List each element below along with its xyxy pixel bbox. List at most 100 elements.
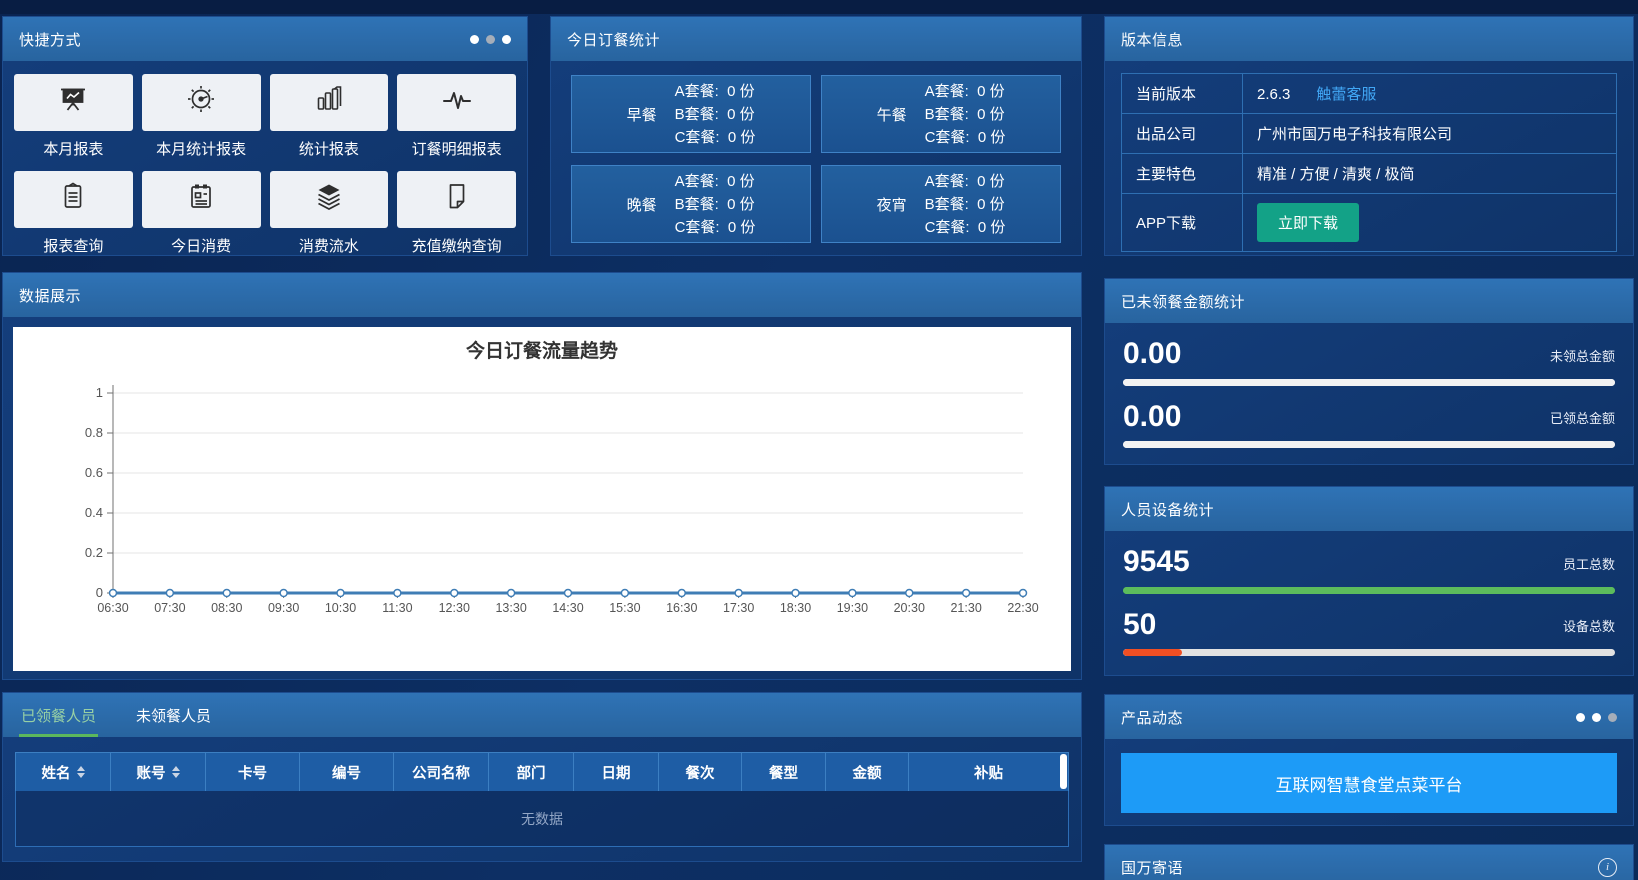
shortcut-item[interactable]: 统计报表	[270, 74, 389, 159]
column-header: 餐型	[742, 753, 826, 791]
staff-device-stats-body: 9545员工总数50设备总数	[1105, 546, 1633, 656]
meal-combo-line: A套餐: 0 份	[925, 80, 1006, 103]
version-value-text: 精准 / 方便 / 清爽 / 极简	[1257, 166, 1415, 183]
meal-name: 夜宵	[877, 194, 907, 215]
file-icon	[440, 180, 474, 219]
table-scrollbar[interactable]	[1060, 754, 1067, 789]
sort-desc-icon	[172, 773, 180, 778]
stat-row: 0.00已领总金额	[1123, 401, 1615, 433]
stat-value: 0.00	[1123, 338, 1181, 370]
version-value-text: 广州市国万电子科技有限公司	[1257, 126, 1452, 143]
panel-motto-title: 国万寄语	[1121, 857, 1183, 878]
shortcut-item[interactable]: 本月报表	[14, 74, 133, 159]
download-button[interactable]: 立即下载	[1257, 203, 1359, 242]
sort-icon[interactable]	[172, 766, 180, 778]
stat-row: 50设备总数	[1123, 609, 1615, 641]
tab-not-received[interactable]: 未领餐人员	[134, 693, 213, 737]
carousel-dot[interactable]	[470, 35, 479, 44]
meal-combo-list: A套餐: 0 份B套餐: 0 份C套餐: 0 份	[675, 80, 756, 149]
carousel-dot[interactable]	[1608, 713, 1617, 722]
shortcut-card	[142, 74, 261, 131]
tab-received[interactable]: 已领餐人员	[19, 693, 98, 737]
shortcut-label: 报表查询	[14, 235, 133, 256]
order-trend-chart: 今日订餐流量趋势00.20.40.60.8106:3007:3008:3009:…	[13, 327, 1071, 671]
shortcut-item[interactable]: 今日消费	[142, 171, 261, 256]
panel-product-news: 产品动态 互联网智慧食堂点菜平台	[1104, 694, 1634, 826]
svg-text:0.6: 0.6	[85, 465, 103, 480]
column-header: 餐次	[659, 753, 742, 791]
carousel-dot[interactable]	[1592, 713, 1601, 722]
records-table-header: 姓名账号卡号编号公司名称部门日期餐次餐型金额补贴	[15, 752, 1069, 791]
carousel-dot[interactable]	[486, 35, 495, 44]
shortcut-item[interactable]: 订餐明细报表	[397, 74, 516, 159]
version-row: APP下载立即下载	[1122, 194, 1617, 252]
carousel-dot[interactable]	[502, 35, 511, 44]
meal-combo-line: B套餐: 0 份	[925, 193, 1006, 216]
panel-order-stats: 今日订餐统计 早餐A套餐: 0 份B套餐: 0 份C套餐: 0 份午餐A套餐: …	[550, 16, 1082, 256]
shortcut-card	[14, 74, 133, 131]
meal-grid: 早餐A套餐: 0 份B套餐: 0 份C套餐: 0 份午餐A套餐: 0 份B套餐:…	[551, 61, 1081, 257]
panel-product-news-header: 产品动态	[1105, 695, 1633, 739]
version-row-label: APP下载	[1122, 194, 1243, 252]
meal-card: 午餐A套餐: 0 份B套餐: 0 份C套餐: 0 份	[821, 75, 1061, 153]
meal-combo-list: A套餐: 0 份B套餐: 0 份C套餐: 0 份	[675, 170, 756, 239]
chart-svg: 今日订餐流量趋势00.20.40.60.8106:3007:3008:3009:…	[13, 327, 1071, 671]
svg-text:08:30: 08:30	[211, 601, 242, 615]
column-header-label: 姓名	[42, 762, 71, 783]
column-header-label: 金额	[853, 762, 882, 783]
panel-data-display-header: 数据展示	[3, 273, 1081, 317]
shortcut-card	[14, 171, 133, 228]
shortcut-label: 统计报表	[270, 138, 389, 159]
info-icon[interactable]: i	[1598, 858, 1617, 877]
shortcut-label: 今日消费	[142, 235, 261, 256]
stat-progress-track	[1123, 379, 1615, 386]
carousel-dot[interactable]	[1576, 713, 1585, 722]
shortcut-item[interactable]: 本月统计报表	[142, 74, 261, 159]
chart-title: 今日订餐流量趋势	[465, 339, 618, 362]
panel-version-title: 版本信息	[1121, 29, 1183, 50]
layers-icon	[312, 180, 346, 219]
sort-icon[interactable]	[77, 766, 85, 778]
svg-text:19:30: 19:30	[837, 601, 868, 615]
empty-data-row: 无数据	[15, 791, 1069, 847]
device-stat: 50设备总数	[1123, 609, 1615, 657]
meal-combo-list: A套餐: 0 份B套餐: 0 份C套餐: 0 份	[925, 80, 1006, 149]
clipboard-icon	[56, 180, 90, 219]
column-header[interactable]: 姓名	[16, 753, 111, 791]
product-banner-button[interactable]: 互联网智慧食堂点菜平台	[1121, 753, 1617, 813]
board-chart-icon	[56, 83, 90, 122]
version-row-label: 出品公司	[1122, 114, 1243, 154]
stat-progress-track	[1123, 649, 1615, 656]
panel-data-display-title: 数据展示	[19, 285, 81, 306]
panel-shortcuts-title: 快捷方式	[19, 29, 81, 50]
meal-combo-line: C套餐: 0 份	[675, 126, 756, 149]
svg-text:12:30: 12:30	[439, 601, 470, 615]
column-header[interactable]: 账号	[111, 753, 206, 791]
shortcut-item[interactable]: 充值缴纳查询	[397, 171, 516, 256]
shortcut-label: 本月统计报表	[142, 138, 261, 159]
shortcut-item[interactable]: 报表查询	[14, 171, 133, 256]
svg-text:21:30: 21:30	[950, 601, 981, 615]
panel-order-stats-title: 今日订餐统计	[567, 29, 660, 50]
column-header: 日期	[574, 753, 659, 791]
meal-combo-list: A套餐: 0 份B套餐: 0 份C套餐: 0 份	[925, 170, 1006, 239]
records-tabbar: 已领餐人员未领餐人员	[3, 693, 1081, 737]
stat-progress-fill	[1123, 587, 1615, 594]
panel-data-display: 数据展示 今日订餐流量趋势00.20.40.60.8106:3007:3008:…	[2, 272, 1082, 680]
stat-progress-track	[1123, 587, 1615, 594]
meal-combo-line: B套餐: 0 份	[675, 103, 756, 126]
column-header-label: 账号	[137, 762, 166, 783]
meal-combo-line: B套餐: 0 份	[925, 103, 1006, 126]
stat-value: 0.00	[1123, 401, 1181, 433]
shortcut-item[interactable]: 消费流水	[270, 171, 389, 256]
column-header-label: 公司名称	[412, 762, 470, 783]
svg-text:14:30: 14:30	[552, 601, 583, 615]
meal-combo-line: A套餐: 0 份	[925, 170, 1006, 193]
dashboard: 快捷方式 本月报表本月统计报表统计报表订餐明细报表报表查询今日消费消费流水充值缴…	[0, 0, 1638, 880]
version-row-label: 当前版本	[1122, 74, 1243, 114]
column-header: 公司名称	[394, 753, 489, 791]
version-table-wrap: 当前版本2.6.3触蕾客服出品公司广州市国万电子科技有限公司主要特色精准 / 方…	[1105, 61, 1633, 252]
customer-service-link[interactable]: 触蕾客服	[1316, 86, 1376, 103]
meal-card: 早餐A套餐: 0 份B套餐: 0 份C套餐: 0 份	[571, 75, 811, 153]
amount-stats-body: 0.00未领总金额0.00已领总金额	[1105, 338, 1633, 448]
